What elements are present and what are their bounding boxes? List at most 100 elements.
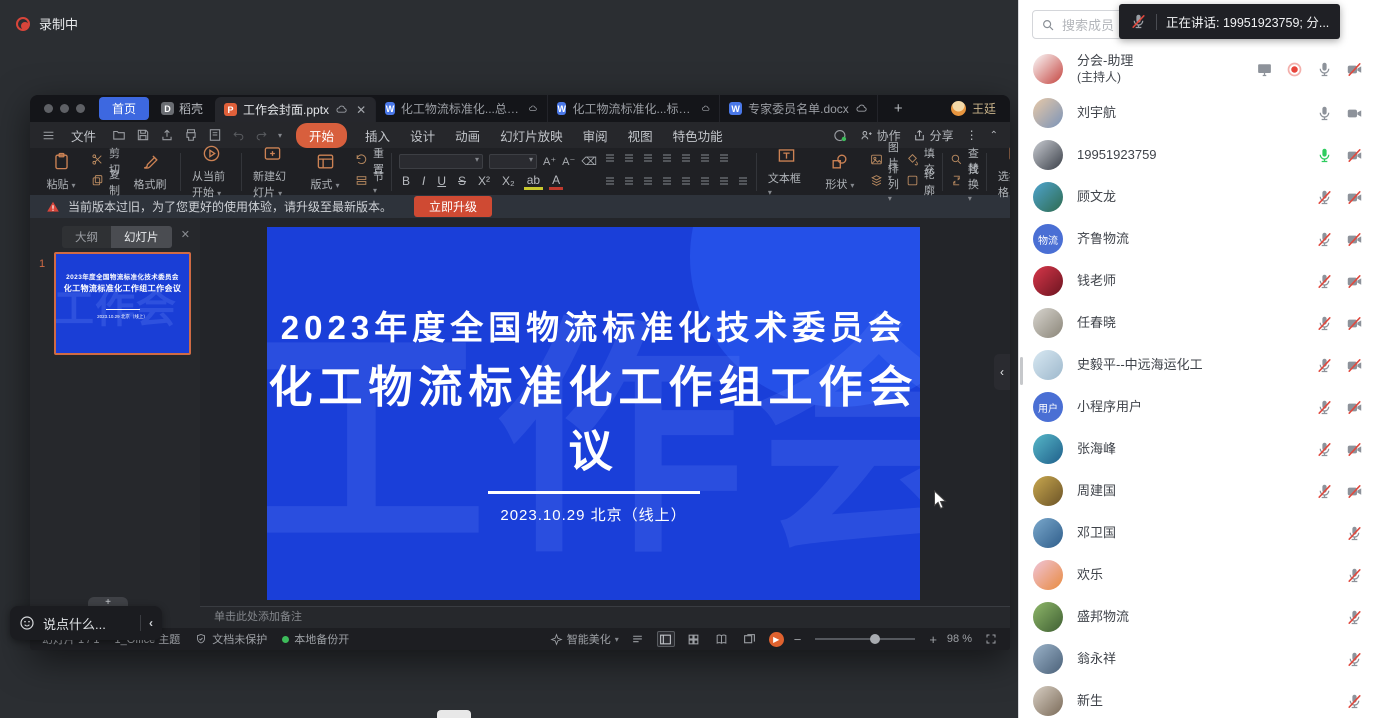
mic-muted-icon[interactable]	[1316, 399, 1333, 416]
participant-row[interactable]: 盛邦物流	[1019, 596, 1379, 638]
document-tab[interactable]: W化工物流标准化...总结(开会版)	[376, 95, 548, 122]
slide[interactable]: 工作会 2023年度全国物流标准化技术委员会 化工物流标准化工作组工作会议 20…	[267, 227, 920, 600]
选择窗格-button[interactable]: 选择窗格	[994, 144, 1010, 200]
participant-row[interactable]: 用户小程序用户	[1019, 386, 1379, 428]
zoom-in-button[interactable]: +	[929, 632, 937, 647]
backup-status[interactable]: 本地备份开	[282, 631, 349, 647]
panel-scrollbar[interactable]	[1020, 357, 1023, 385]
zoom-level[interactable]: 98 %	[947, 633, 972, 645]
distribute-icon[interactable]	[680, 174, 692, 192]
新建幻灯片-button[interactable]: 新建幻灯片 ▾	[249, 144, 295, 200]
participant-row[interactable]: 张海峰	[1019, 428, 1379, 470]
font-size-select[interactable]	[489, 154, 537, 169]
chat-input-bubble[interactable]: 说点什么... ‹	[10, 606, 162, 640]
mic-muted-icon[interactable]	[1316, 273, 1333, 290]
window-controls[interactable]	[44, 104, 85, 113]
版式-button[interactable]: 版式 ▾	[302, 152, 348, 192]
numbering-icon[interactable]	[623, 151, 635, 169]
重置-button[interactable]: 重置	[355, 153, 384, 170]
mic-muted-icon[interactable]	[1346, 525, 1363, 542]
menu-特色功能[interactable]: 特色功能	[671, 124, 725, 147]
zoom-slider[interactable]	[815, 638, 915, 640]
zoom-out-button[interactable]: −	[794, 632, 802, 647]
sync-status-icon[interactable]	[833, 128, 848, 143]
排列-button[interactable]: 排列 ▾	[870, 174, 899, 191]
camera-off-icon[interactable]	[1346, 189, 1363, 206]
more-icon[interactable]: ⋮	[966, 128, 978, 142]
docer-tab[interactable]: D 稻壳	[161, 100, 203, 117]
camera-off-icon[interactable]	[1346, 441, 1363, 458]
participant-row[interactable]: 分会-助理(主持人)	[1019, 46, 1379, 92]
char-spacing-icon[interactable]	[718, 174, 730, 192]
participant-row[interactable]: 周建国	[1019, 470, 1379, 512]
emoji-icon[interactable]	[19, 615, 35, 631]
participant-row[interactable]: 任春晓	[1019, 302, 1379, 344]
格式刷-button[interactable]: 格式刷	[127, 152, 173, 192]
slideshow-play-icon[interactable]: ▶	[769, 632, 784, 647]
mic-muted-icon[interactable]	[1346, 693, 1363, 710]
形状-button[interactable]: 形状 ▾	[817, 152, 863, 192]
mic-muted-icon[interactable]	[1316, 441, 1333, 458]
close-tab-icon[interactable]: ✕	[356, 103, 366, 117]
home-tab[interactable]: 首页	[99, 97, 149, 120]
camera-off-icon[interactable]	[1346, 147, 1363, 164]
align-right-icon[interactable]	[642, 174, 654, 192]
替换-button[interactable]: 替换 ▾	[950, 174, 979, 191]
slide-sorter-icon[interactable]	[685, 631, 703, 647]
mic-muted-icon[interactable]	[1316, 189, 1333, 206]
menu-视图[interactable]: 视图	[626, 124, 655, 147]
share-button[interactable]: 分享	[913, 127, 954, 144]
normal-view-icon[interactable]	[657, 631, 675, 647]
outline-view-icon[interactable]	[629, 631, 647, 647]
notes-placeholder[interactable]: 单击此处添加备注	[200, 606, 1010, 628]
text-direction-icon[interactable]	[699, 151, 711, 169]
从当前开始-button[interactable]: 从当前开始 ▾	[188, 144, 234, 200]
line-spacing-icon[interactable]	[680, 151, 692, 169]
account-area[interactable]: 王廷	[951, 100, 1002, 117]
font-style-button[interactable]: ab	[524, 173, 543, 190]
mic-muted-icon[interactable]	[1346, 609, 1363, 626]
document-tab[interactable]: W化工物流标准化...标准背景介绍)	[548, 95, 720, 122]
align-left-icon[interactable]	[604, 174, 616, 192]
participant-row[interactable]: 欢乐	[1019, 554, 1379, 596]
camera-off-icon[interactable]	[1346, 399, 1363, 416]
font-size-button[interactable]: A⁺	[543, 155, 556, 168]
camera-off-icon[interactable]	[1346, 231, 1363, 248]
轮廓-button[interactable]: 轮廓	[906, 174, 935, 191]
menu-设计[interactable]: 设计	[408, 124, 437, 147]
font-style-button[interactable]: X₂	[499, 174, 518, 188]
caret-down-icon[interactable]: ▾	[278, 131, 282, 140]
camera-off-icon[interactable]	[1346, 357, 1363, 374]
screen-share-icon[interactable]	[1256, 61, 1273, 78]
fit-text-icon[interactable]	[718, 151, 730, 169]
panel-collapse-handle[interactable]: ‹	[994, 354, 1010, 390]
tab-outline[interactable]: 大纲	[62, 226, 111, 248]
mic-muted-icon[interactable]	[1316, 315, 1333, 332]
slide-thumbnail[interactable]: 工作会 2023年度全国物流标准化技术委员会 化工物流标准化工作组工作会议 20…	[54, 252, 191, 355]
mic-muted-icon[interactable]	[1346, 651, 1363, 668]
menu-动画[interactable]: 动画	[453, 124, 482, 147]
upgrade-button[interactable]: 立即升级	[414, 196, 492, 217]
participant-row[interactable]: 邓卫国	[1019, 512, 1379, 554]
indent-decrease-icon[interactable]	[642, 151, 654, 169]
recording-dot-icon[interactable]	[1286, 61, 1303, 78]
document-tab[interactable]: W专家委员名单.docx	[720, 95, 878, 122]
menu-审阅[interactable]: 审阅	[581, 124, 610, 147]
font-style-button[interactable]: B	[399, 174, 413, 188]
menu-幻灯片放映[interactable]: 幻灯片放映	[498, 124, 565, 147]
fit-slide-icon[interactable]	[982, 631, 1000, 647]
participant-row[interactable]: 19951923759	[1019, 134, 1379, 176]
quick-access-toolbar[interactable]: ▾	[112, 128, 282, 142]
para-spacing-icon[interactable]	[737, 174, 749, 192]
文本框-button[interactable]: 文本框 ▾	[764, 146, 810, 198]
camera-off-icon[interactable]	[1346, 273, 1363, 290]
participant-row[interactable]: 新生	[1019, 680, 1379, 718]
beautify-button[interactable]: 智能美化▾	[550, 631, 619, 647]
mic-on-icon[interactable]	[1316, 105, 1333, 122]
justify-icon[interactable]	[661, 174, 673, 192]
mic-on-icon[interactable]	[1316, 61, 1333, 78]
复制-button[interactable]: 复制	[91, 174, 120, 191]
font-style-button[interactable]: S	[455, 174, 469, 188]
protection-status[interactable]: 文档未保护	[195, 631, 267, 647]
font-style-button[interactable]: I	[419, 174, 428, 188]
